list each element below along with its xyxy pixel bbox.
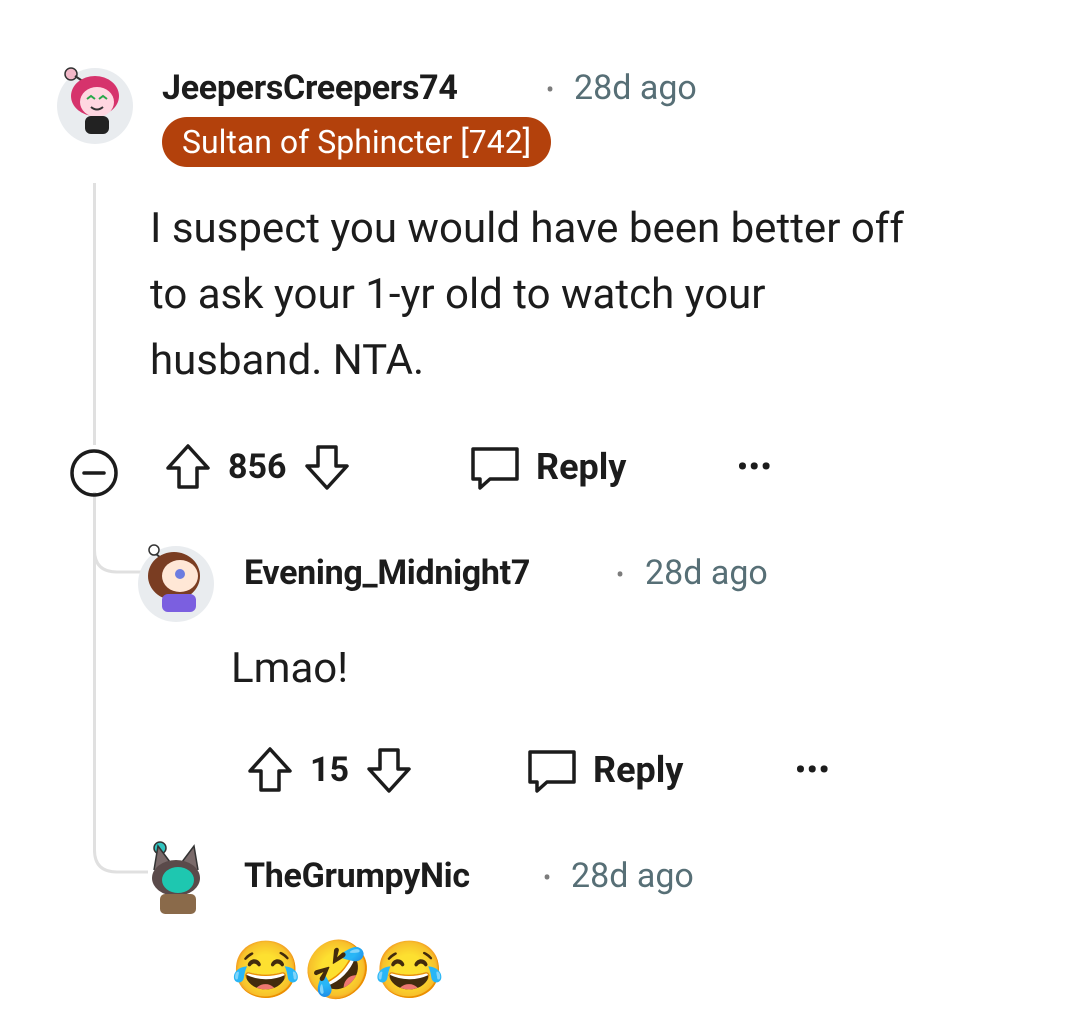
vote-count: 856: [228, 447, 287, 487]
meta-separator: •: [543, 864, 552, 892]
more-options-icon: •••: [795, 753, 831, 788]
downvote-icon[interactable]: [301, 441, 353, 493]
upvote-icon[interactable]: [244, 744, 296, 796]
collapse-icon: [70, 449, 118, 497]
username[interactable]: JeepersCreepers74: [162, 68, 458, 108]
comment-body: Lmao!: [231, 636, 348, 702]
reply-button[interactable]: Reply: [468, 442, 626, 492]
avatar-evening-midnight7[interactable]: [138, 544, 214, 622]
more-options-button[interactable]: •••: [737, 450, 772, 485]
avatar-thegrumpynic[interactable]: [138, 841, 214, 922]
vote-bar: 15: [244, 745, 415, 795]
timestamp[interactable]: 28d ago: [645, 553, 768, 593]
comment-line: I suspect you would have been better off: [150, 204, 905, 253]
user-flair: Sultan of Sphincter [742]: [162, 117, 552, 167]
vote-bar: 856: [162, 442, 353, 492]
emoji-rolling-laughing: 🤣: [302, 937, 373, 1003]
emoji-tears-of-joy: 😂: [374, 937, 445, 1003]
emoji-tears-of-joy: 😂: [231, 937, 301, 1003]
collapse-button[interactable]: [67, 446, 121, 500]
more-options-icon: •••: [737, 450, 773, 485]
thread-line-main[interactable]: [93, 183, 96, 445]
downvote-icon[interactable]: [363, 744, 415, 796]
vote-count: 15: [310, 750, 350, 790]
comment-line: Lmao!: [231, 644, 349, 693]
avatar-snoo-icon: [152, 841, 200, 914]
reply-label: Reply: [536, 446, 627, 488]
comment-body: 😂 🤣 😂: [231, 942, 444, 998]
upvote-icon[interactable]: [162, 441, 214, 493]
username[interactable]: Evening_Midnight7: [244, 553, 530, 593]
username[interactable]: TheGrumpyNic: [244, 856, 470, 896]
reply-button[interactable]: Reply: [525, 745, 683, 795]
meta-separator: •: [546, 76, 555, 104]
avatar-snoo-icon: [148, 544, 200, 612]
meta-separator: •: [616, 561, 625, 589]
avatar-snoo-icon: [64, 67, 119, 134]
reply-bubble-icon: [471, 447, 519, 490]
comment-body: I suspect you would have been better off…: [150, 196, 904, 394]
comment-line: to ask your 1-yr old to watch your: [150, 270, 766, 319]
avatar-jeeperscreepers74[interactable]: [57, 67, 133, 144]
more-options-button[interactable]: •••: [795, 753, 830, 788]
reply-bubble-icon: [528, 750, 576, 793]
reply-label: Reply: [593, 749, 684, 791]
timestamp[interactable]: 28d ago: [574, 68, 697, 108]
comment-line: husband. NTA.: [150, 336, 425, 385]
timestamp[interactable]: 28d ago: [571, 856, 694, 896]
